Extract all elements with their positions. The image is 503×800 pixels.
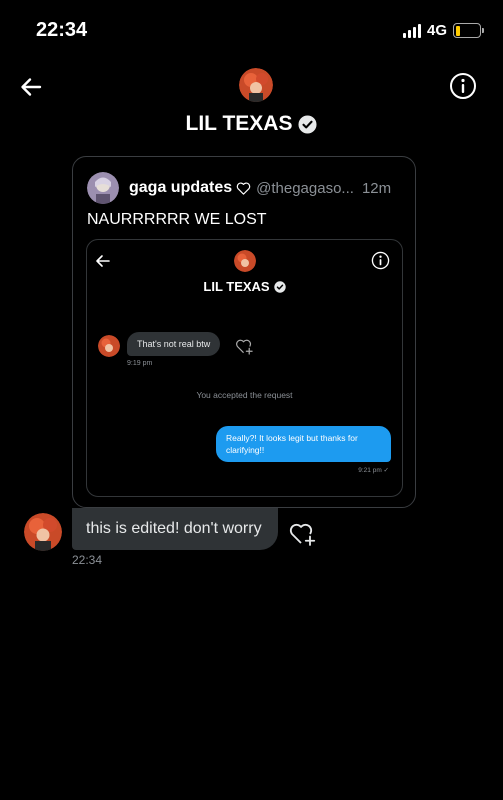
contact-name[interactable]: LIL TEXAS: [0, 112, 503, 136]
message-timestamp: 22:34: [72, 553, 103, 567]
signal-icon: [402, 23, 421, 38]
back-arrow-icon[interactable]: [18, 74, 44, 100]
avatar[interactable]: [24, 513, 62, 551]
screenshot-incoming-time: 9:19 pm: [127, 360, 153, 367]
add-reaction-icon: [236, 339, 253, 355]
info-icon[interactable]: [449, 72, 477, 100]
screenshot-contact-name: LIL TEXAS: [87, 279, 402, 294]
verified-badge-icon: [273, 280, 286, 293]
status-indicators: 4G: [402, 22, 484, 39]
avatar: [234, 250, 256, 272]
screenshot-outgoing-message: Really?! It looks legit but thanks for c…: [216, 426, 391, 462]
screenshot-contact-name-text: LIL TEXAS: [203, 279, 270, 294]
add-reaction-icon[interactable]: [288, 521, 318, 547]
tweet-author-avatar: [87, 172, 119, 204]
tweet-author-name: gaga updates: [129, 179, 233, 196]
screenshot-outgoing-time: 9:21 pm ✓: [358, 467, 389, 474]
screenshot-incoming-message: That's not real btw: [127, 332, 221, 356]
back-arrow-icon: [96, 255, 110, 267]
avatar[interactable]: [239, 68, 273, 102]
avatar: [98, 335, 120, 357]
info-icon: [371, 251, 390, 270]
battery-icon: [453, 23, 484, 38]
verified-badge-icon: [298, 114, 318, 134]
conversation-header: LIL TEXAS: [0, 60, 503, 150]
shared-tweet-card[interactable]: gaga updates @thegagaso... 12m NAURRRRRR…: [72, 156, 416, 508]
status-bar: 22:34 4G: [0, 0, 503, 60]
tweet-timestamp: 12m: [361, 179, 392, 197]
network-type: 4G: [426, 22, 447, 39]
heart-outline-icon: [236, 181, 251, 195]
tweet-author-handle: @thegagaso...: [256, 179, 354, 197]
screenshot-system-message: You accepted the request: [196, 390, 293, 400]
status-time: 22:34: [36, 19, 88, 41]
contact-name-text: LIL TEXAS: [185, 112, 293, 135]
tweet-text: NAURRRRRR WE LOST: [87, 211, 267, 228]
tweet-header: gaga updates @thegagaso... 12m: [87, 171, 401, 205]
tweet-image-screenshot[interactable]: LIL TEXAS That's not real btw 9:19 pm Yo…: [86, 239, 403, 497]
message-bubble[interactable]: this is edited! don't worry: [72, 508, 278, 550]
